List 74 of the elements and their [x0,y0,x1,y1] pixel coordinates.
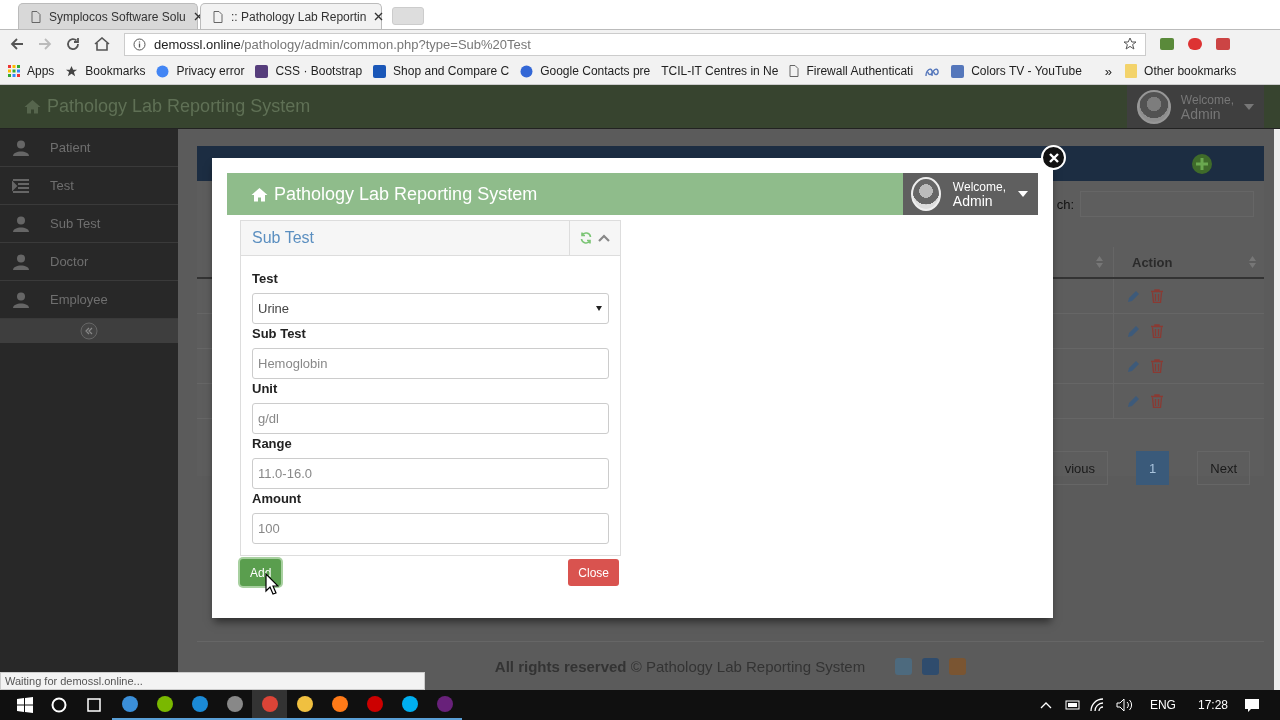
wifi-icon[interactable] [1089,698,1106,712]
overflow-button[interactable]: » [1104,63,1113,79]
address-field[interactable]: demossl.online/pathology/admin/common.php?type=Sub%20Test [124,32,1146,56]
avatar-icon [1136,89,1171,124]
input-field[interactable]: 11.0-16.0 [252,458,609,489]
avatar-icon [911,177,941,211]
search-label: ch: [1056,196,1074,212]
test-dropdown[interactable]: Urine [252,293,609,324]
bookmark[interactable]: Colors TV - YouTube [951,64,1082,78]
input-field[interactable]: Hemoglobin [252,348,609,379]
bookmark[interactable]: Google Contacts pre [520,64,651,78]
caret-icon [1018,191,1028,197]
collapse-button[interactable] [80,322,98,340]
star-icon[interactable] [1123,37,1137,51]
bookmark[interactable]: TCIL-IT Centres in Ne [661,64,779,78]
extension-icon[interactable] [1188,38,1202,50]
menu-item-icon [12,139,30,156]
back-icon[interactable] [10,37,24,51]
field-label: Unit [252,381,279,396]
star-icon [65,64,79,78]
square-icon [255,64,269,78]
home-icon[interactable] [94,37,110,51]
input-field[interactable]: g/dl [252,403,609,434]
info-icon [133,37,146,51]
volume-icon[interactable] [1115,698,1134,712]
bookmark[interactable]: Other bookmarks [1125,64,1237,78]
panel-title: Sub Test [252,229,314,247]
status-text: Waiting for demossl.online... [0,672,425,690]
input-field[interactable]: 100 [252,513,609,544]
bookmark[interactable]: CSS · Bootstrap [255,64,363,78]
windows-icon[interactable] [17,697,33,713]
caret-icon [596,306,602,311]
field-label: Range [252,436,293,451]
bookmark[interactable]: Firewall Authenticati [789,64,914,78]
page-button[interactable]: 1 [1136,451,1170,485]
square-icon [951,64,965,78]
square-icon [373,64,387,78]
menu-item-icon [12,177,30,194]
user-menu[interactable]: Welcome, Admin [903,173,1038,215]
language-indicator[interactable]: ENG [1149,698,1176,712]
menu-item-icon [12,215,30,232]
home-icon [24,99,41,114]
menu-item-icon [12,291,30,308]
circle-icon [156,64,170,78]
clock[interactable]: 17:28 [1197,698,1228,712]
grid-icon [8,65,20,77]
folder-icon [1125,64,1138,78]
caret-icon [1244,103,1254,110]
bookmark[interactable]: Apps [8,64,55,78]
field-label: Amount [252,491,303,506]
bookmark[interactable]: Bookmarks [65,64,146,78]
modal-title: Pathology Lab Reporting System [274,183,538,205]
notification-icon[interactable] [1244,697,1260,713]
close-button[interactable]: Close [568,559,619,586]
browser-tab[interactable]: :: Pathology Lab Reportin [200,3,382,29]
menu-item-icon [12,253,30,270]
search-icon[interactable] [51,697,67,713]
close-icon[interactable] [374,12,384,21]
field-label: Sub Test [252,326,307,341]
url-text: demossl.online/pathology/admin/common.php?type=Sub%20Test [154,36,532,52]
close-icon[interactable] [193,12,203,21]
page-icon [789,65,800,77]
circle-icon [520,64,534,78]
task-view-icon[interactable] [85,697,103,713]
bookmark[interactable]: Privacy error [156,64,245,78]
sort-icon [1249,256,1256,268]
browser-tab[interactable]: Symplocos Software Solu [18,3,198,29]
home-icon [251,186,268,202]
reload-icon[interactable] [66,37,80,51]
page-icon [31,10,41,23]
add-icon[interactable] [1192,153,1212,174]
bookmark[interactable]: Shop and Compare C [373,64,510,78]
page-icon [213,10,223,23]
field-label: Test [252,271,279,286]
